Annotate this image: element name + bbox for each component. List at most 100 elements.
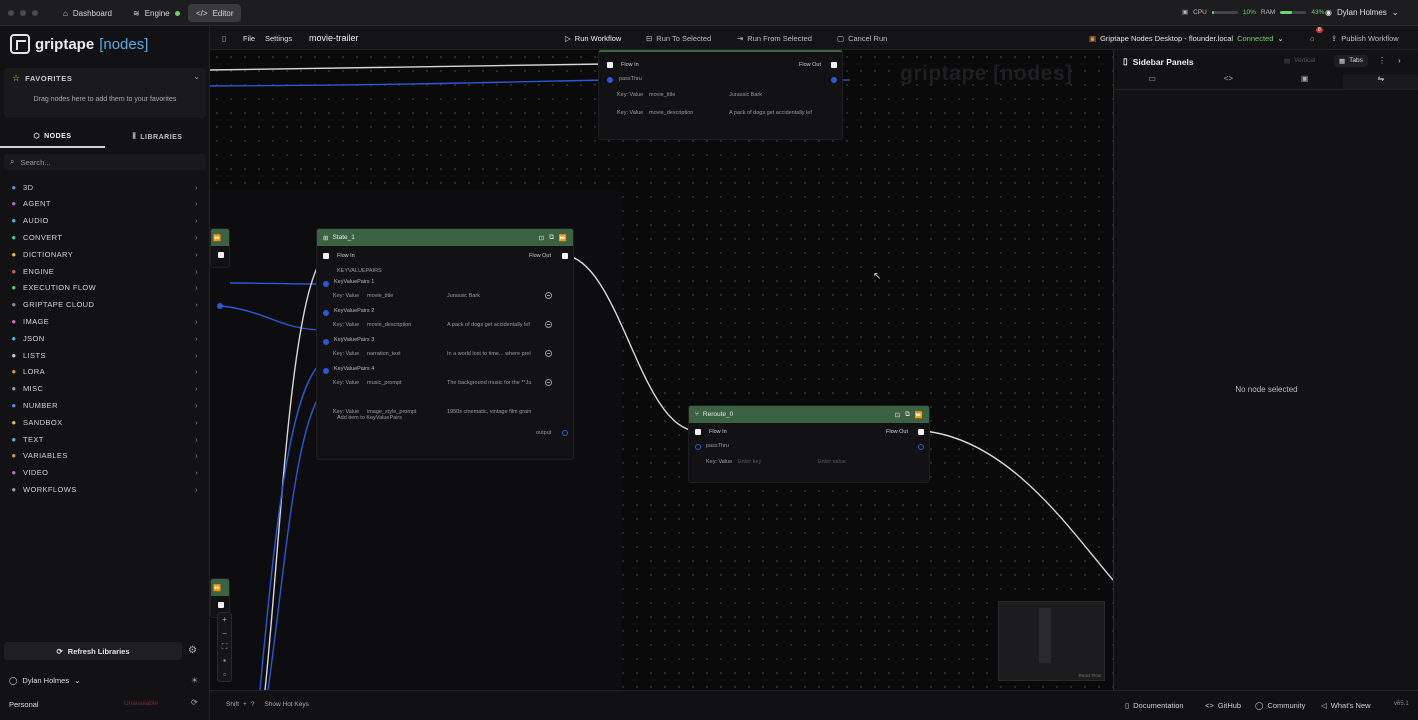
lock-icon[interactable]: ▪ xyxy=(223,656,226,665)
remove-item-icon[interactable] xyxy=(545,379,552,386)
tab-nodes[interactable]: ⬡ NODES xyxy=(0,126,105,148)
sidebar-item-lora[interactable]: ● LORA › xyxy=(10,366,198,378)
hotkeys-hint[interactable]: Shift +? Show Hot Keys xyxy=(226,701,309,708)
window-minimize-dot[interactable] xyxy=(20,10,26,16)
reroute-node[interactable]: ⑂ Reroute_0 ⊡ ⧉ ⏩ Flow In Flow Out passThr… xyxy=(688,405,930,483)
copy-icon[interactable]: ⧉ xyxy=(905,411,910,419)
tabs-layout-toggle[interactable]: ▦ Tabs xyxy=(1334,55,1368,67)
state-node[interactable]: ⊞ State_1 ⊡ ⧉ ⏩ Flow In Flow Out KEYVALUEP… xyxy=(316,228,574,460)
sidebar-item-image[interactable]: ● IMAGE › xyxy=(10,315,198,327)
key-input[interactable]: Enter key xyxy=(738,459,761,465)
key-input[interactable]: movie_title xyxy=(367,293,393,299)
flow-out-port[interactable] xyxy=(218,252,224,258)
settings-menu[interactable]: Settings xyxy=(265,31,292,45)
key-input[interactable]: music_prompt xyxy=(367,380,402,386)
minimap[interactable]: React Flow xyxy=(998,601,1105,681)
zoom-out-icon[interactable]: − xyxy=(222,629,227,638)
input-port[interactable] xyxy=(323,310,329,316)
value-input[interactable]: Enter value xyxy=(818,459,846,465)
tab-dashboard[interactable]: ⌂ Dashboard xyxy=(55,4,120,22)
more-options-icon[interactable]: ⋮ xyxy=(1378,56,1386,65)
sidebar-item-sandbox[interactable]: ● SANDBOX › xyxy=(10,416,198,428)
workspace-name[interactable]: Personal xyxy=(9,700,39,709)
search-input[interactable]: Search... xyxy=(20,158,50,167)
value-input[interactable]: Jurassic Bark xyxy=(447,293,480,299)
workflow-title[interactable]: movie-trailer xyxy=(309,31,359,45)
node-title[interactable]: State_1 xyxy=(332,234,354,241)
remove-item-icon[interactable] xyxy=(545,292,552,299)
sidebar-item-lists[interactable]: ● LISTS › xyxy=(10,349,198,361)
sidebar-item-video[interactable]: ● VIDEO › xyxy=(10,467,198,479)
properties-icon[interactable]: ⇋ xyxy=(1342,74,1418,89)
run-node-icon[interactable]: ⏩ xyxy=(213,584,221,592)
output-port[interactable] xyxy=(831,77,837,83)
sidebar-item-engine[interactable]: ● ENGINE › xyxy=(10,265,198,277)
notifications-button[interactable]: ⌂ 8 xyxy=(1310,27,1323,45)
input-port[interactable] xyxy=(323,339,329,345)
run-to-selected-button[interactable]: ⊟ Run To Selected xyxy=(646,31,711,45)
partial-node[interactable]: ⏩ xyxy=(210,228,230,268)
input-port[interactable] xyxy=(323,368,329,374)
chevron-right-icon[interactable]: › xyxy=(1398,56,1401,65)
sidebar-toggle-icon[interactable]: ▯ xyxy=(222,31,226,45)
run-workflow-button[interactable]: ▷ Run Workflow xyxy=(565,31,621,45)
sidebar-item-dictionary[interactable]: ● DICTIONARY › xyxy=(10,248,198,260)
documentation-link[interactable]: ▯ Documentation xyxy=(1125,701,1184,710)
key-input[interactable]: movie_description xyxy=(367,322,411,328)
run-from-selected-button[interactable]: ⇥ Run From Selected xyxy=(737,31,812,45)
remove-item-icon[interactable] xyxy=(545,321,552,328)
flow-out-port[interactable] xyxy=(918,429,924,435)
lock-icon[interactable]: ⊡ xyxy=(539,234,544,242)
sidebar-item-audio[interactable]: ● AUDIO › xyxy=(10,215,198,227)
sidebar-item-number[interactable]: ● NUMBER › xyxy=(10,399,198,411)
zoom-in-icon[interactable]: + xyxy=(222,615,227,624)
window-zoom-dot[interactable] xyxy=(32,10,38,16)
flow-in-port[interactable] xyxy=(323,253,329,259)
tab-libraries[interactable]: ⫼ LIBRARIES xyxy=(105,126,210,148)
output-port[interactable] xyxy=(562,430,568,436)
run-node-icon[interactable]: ⏩ xyxy=(559,234,567,242)
community-link[interactable]: ◯ Community xyxy=(1255,701,1305,710)
sidebar-item-variables[interactable]: ● VARIABLES › xyxy=(10,450,198,462)
engine-selector[interactable]: ▣ Griptape Nodes Desktop - flounder.loca… xyxy=(1089,31,1284,45)
key-input[interactable]: narration_text xyxy=(367,351,401,357)
sidebar-item-3d[interactable]: ● 3D › xyxy=(10,181,198,193)
vertical-layout-toggle[interactable]: ▤ Vertical xyxy=(1284,57,1315,65)
flow-in-port[interactable] xyxy=(607,62,613,68)
publish-workflow-button[interactable]: ⇪ Publish Workflow xyxy=(1331,31,1399,45)
refresh-libraries-button[interactable]: ⟳ Refresh Libraries xyxy=(4,642,182,660)
sidebar-item-execution-flow[interactable]: ● EXECUTION FLOW › xyxy=(10,282,198,294)
input-port[interactable] xyxy=(607,77,613,83)
input-port[interactable] xyxy=(323,281,329,287)
whats-new-link[interactable]: ◁ What's New xyxy=(1321,701,1371,710)
run-node-icon[interactable]: ⏩ xyxy=(213,234,221,242)
flow-out-port[interactable] xyxy=(218,602,224,608)
gear-icon[interactable]: ⚙ xyxy=(188,645,197,656)
user-menu[interactable]: ◉ Dylan Holmes ⌄ xyxy=(1325,8,1398,17)
copy-icon[interactable]: ⧉ xyxy=(549,234,554,242)
input-port[interactable] xyxy=(695,444,701,450)
fit-view-icon[interactable]: ⛶ xyxy=(222,642,228,652)
interactive-toggle-icon[interactable]: ▫ xyxy=(223,670,226,679)
tab-editor[interactable]: </> Editor xyxy=(188,4,242,22)
add-item-button[interactable]: Add item to KeyValuePairs xyxy=(337,415,402,421)
flow-out-port[interactable] xyxy=(831,62,837,68)
run-node-icon[interactable]: ⏩ xyxy=(915,411,923,419)
output-port[interactable] xyxy=(217,303,223,309)
tab-engine[interactable]: ≋ Engine xyxy=(125,4,188,22)
lock-icon[interactable]: ⊡ xyxy=(895,411,900,419)
value-input[interactable]: A pack of dogs get accidentally lef xyxy=(447,322,530,328)
value-input[interactable]: The background music for the **Ju xyxy=(447,380,531,386)
theme-toggle-icon[interactable]: ☀ xyxy=(191,676,198,685)
remove-item-icon[interactable] xyxy=(545,350,552,357)
node-title[interactable]: Reroute_0 xyxy=(703,411,733,418)
sidebar-item-agent[interactable]: ● AGENT › xyxy=(10,198,198,210)
sidebar-item-json[interactable]: ● JSON › xyxy=(10,332,198,344)
output-port[interactable] xyxy=(918,444,924,450)
sidebar-item-convert[interactable]: ● CONVERT › xyxy=(10,231,198,243)
workflow-canvas[interactable]: griptape [nodes] Flow In Flow Out passTh… xyxy=(210,50,1113,690)
top-state-node[interactable]: Flow In Flow Out passThru Key: Value mov… xyxy=(598,50,843,140)
github-link[interactable]: <> GitHub xyxy=(1205,701,1241,710)
file-menu[interactable]: File xyxy=(243,31,255,45)
sidebar-item-misc[interactable]: ● MISC › xyxy=(10,383,198,395)
